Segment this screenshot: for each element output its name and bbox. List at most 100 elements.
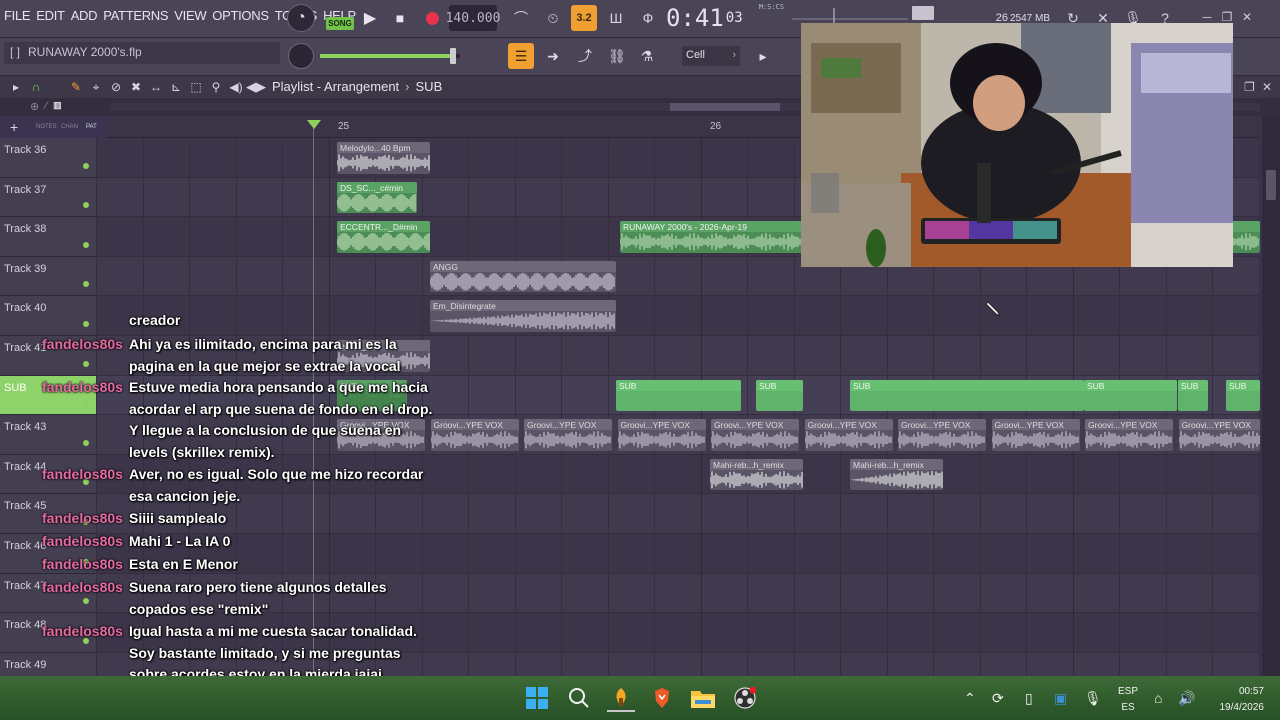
vox-clip[interactable]: Groovi...YPE VOX <box>430 419 519 451</box>
track-header[interactable]: Track 40 <box>0 296 96 336</box>
brave-icon[interactable] <box>648 684 676 712</box>
track-enable-led[interactable] <box>83 162 89 169</box>
menu-view[interactable]: VIEW <box>174 8 206 23</box>
menu-options[interactable]: OPTIONS <box>212 8 269 23</box>
dial-icon[interactable]: ◔ <box>287 4 315 32</box>
menu-add[interactable]: ADD <box>71 8 98 23</box>
speaker-icon[interactable]: 🔊 <box>1178 690 1195 707</box>
tempo-display[interactable]: 140.000 <box>446 5 500 31</box>
vox-clip[interactable]: Groovi...YPE VOX <box>1085 419 1173 451</box>
step-edit-badge[interactable]: 3.2 <box>571 5 597 31</box>
sub-clip[interactable]: SUB <box>850 379 1084 412</box>
vox-clip[interactable]: Groovi...YPE VOX <box>804 419 893 451</box>
track-header[interactable]: Track 38 <box>0 217 96 257</box>
blend-notes-icon[interactable]: Ш <box>603 5 629 31</box>
close-icon[interactable]: ✕ <box>1238 8 1256 26</box>
song-time-display[interactable]: 0:41 03 M:S:CS <box>666 3 790 32</box>
song-position-marker[interactable] <box>307 120 321 129</box>
paint-icon[interactable]: ⌖ <box>88 80 104 95</box>
record-icon[interactable] <box>420 5 444 31</box>
playlist-close-icon[interactable]: ✕ <box>1262 80 1272 94</box>
vox-clip[interactable]: Groovi...YPE VOX <box>524 419 612 451</box>
audio-clip[interactable]: DS_SC..._c#min <box>337 181 417 214</box>
sub-clip[interactable]: SUB <box>756 379 803 412</box>
song-mode-badge[interactable]: SONG <box>326 17 354 30</box>
play-icon[interactable]: ▶ <box>358 5 382 31</box>
plugin-icon[interactable]: ⚗ <box>634 43 660 69</box>
vertical-scrollbar[interactable] <box>1262 116 1280 676</box>
track-enable-led[interactable] <box>83 320 89 327</box>
zoom-icon[interactable]: ⚲ <box>208 80 224 95</box>
app-tray-icon[interactable]: ▣ <box>1054 690 1067 707</box>
mic-icon[interactable]: 🎙 <box>1084 690 1102 707</box>
folder-icon[interactable] <box>689 684 717 712</box>
mute-icon[interactable]: ✖ <box>128 80 144 95</box>
delete-icon[interactable]: ⊘ <box>108 80 124 95</box>
show-hidden-icons[interactable]: ⌃ <box>964 690 976 707</box>
wifi-icon[interactable]: ⌂ <box>1154 690 1162 706</box>
vox-clip[interactable]: Groovi...YPE VOX <box>617 419 706 451</box>
obs-icon[interactable] <box>731 684 759 712</box>
pencil-draw-icon[interactable]: ⤴ <box>572 43 598 69</box>
remix-clip[interactable]: Mahi-reb...h_remix <box>710 458 803 491</box>
track-header[interactable]: Track 36 <box>0 138 96 178</box>
master-volume-slider[interactable] <box>320 48 460 64</box>
clock-time[interactable]: 00:57 <box>1204 686 1264 697</box>
track-enable-led[interactable] <box>83 400 89 407</box>
sub-clip[interactable]: SUB <box>1178 379 1208 412</box>
slice-icon[interactable]: ⊾ <box>168 80 184 95</box>
notes-icon[interactable]: ⊕ <box>30 100 39 113</box>
vox-clip[interactable]: Groovi...YPE VOX <box>711 419 799 451</box>
chan-icon[interactable]: ⁄ <box>45 100 47 113</box>
menu-patterns[interactable]: PATTERNS <box>103 8 168 23</box>
pencil-icon[interactable]: ✎ <box>68 80 84 95</box>
track-header[interactable]: Track 37 <box>0 178 96 218</box>
menu-file[interactable]: FILE <box>4 8 31 23</box>
track-header[interactable]: Track 39 <box>0 257 96 297</box>
metronome-icon[interactable]: ⌒ <box>508 5 534 31</box>
vox-clip[interactable]: Groovi...YPE VOX <box>991 419 1080 451</box>
clock-date[interactable]: 19/4/2026 <box>1204 702 1265 713</box>
playlist-title-bar[interactable]: ◀▶ Playlist - Arrangement › SUB <box>246 79 442 95</box>
sub-clip[interactable]: SUB <box>1226 379 1260 412</box>
add-track-icon[interactable]: + <box>10 119 18 135</box>
audio-clip[interactable]: ECCENTR..._D#min <box>337 221 430 253</box>
track-enable-led[interactable] <box>83 281 89 288</box>
sync-icon[interactable]: ⟳ <box>992 690 1004 707</box>
playlist-view-icon[interactable]: ☰ <box>508 43 534 69</box>
menu-arrow-icon[interactable]: ▸ <box>8 80 24 95</box>
snap-select[interactable]: Cell › <box>682 46 740 66</box>
track-enable-led[interactable] <box>83 360 89 367</box>
slip-icon[interactable]: ↔ <box>148 80 164 95</box>
language-top[interactable]: ESP <box>1112 686 1144 697</box>
snap-arrow-icon[interactable]: ▸ <box>750 43 776 69</box>
language-bottom[interactable]: ES <box>1112 702 1144 713</box>
track-enable-led[interactable] <box>83 439 89 446</box>
playback-icon[interactable]: ◀) <box>228 80 244 95</box>
select-icon[interactable]: ⬚ <box>188 80 204 95</box>
pattern-icon[interactable]: ▥ <box>53 100 62 113</box>
audio-clip[interactable]: Em_Disintegrate <box>430 300 616 332</box>
fl-studio-icon[interactable] <box>607 684 635 712</box>
magnet-icon[interactable]: ∩ <box>28 80 44 95</box>
track-enable-led[interactable] <box>83 241 89 248</box>
sub-clip[interactable]: SUB <box>616 379 741 412</box>
vox-clip[interactable]: Groovi...YPE VOX <box>898 419 986 451</box>
track-header[interactable]: Track 43 <box>0 415 96 455</box>
stop-icon[interactable]: ■ <box>388 5 412 31</box>
link-icon[interactable]: ⛓ <box>604 43 630 69</box>
master-pitch-knob[interactable] <box>288 43 314 69</box>
arrows-icon[interactable]: ◀▶ <box>246 79 266 94</box>
sub-clip[interactable]: SUB <box>1084 379 1177 412</box>
remix-clip[interactable]: Mahi-reb...h_remix <box>850 458 943 491</box>
audio-clip[interactable]: ANGG <box>430 260 616 293</box>
vox-clip[interactable]: Groovi...YPE VOX <box>1178 419 1260 451</box>
detach-icon[interactable]: ❐ <box>1244 80 1255 94</box>
windows-start-icon[interactable] <box>523 684 551 712</box>
search-icon[interactable] <box>565 684 593 712</box>
track-enable-led[interactable] <box>83 202 89 209</box>
audio-clip[interactable]: Melodylo...40 Bpm <box>337 142 430 174</box>
loop-record-icon[interactable]: Ф <box>635 5 661 31</box>
arrow-right-icon[interactable]: ➜ <box>540 43 566 69</box>
menu-edit[interactable]: EDIT <box>36 8 65 23</box>
